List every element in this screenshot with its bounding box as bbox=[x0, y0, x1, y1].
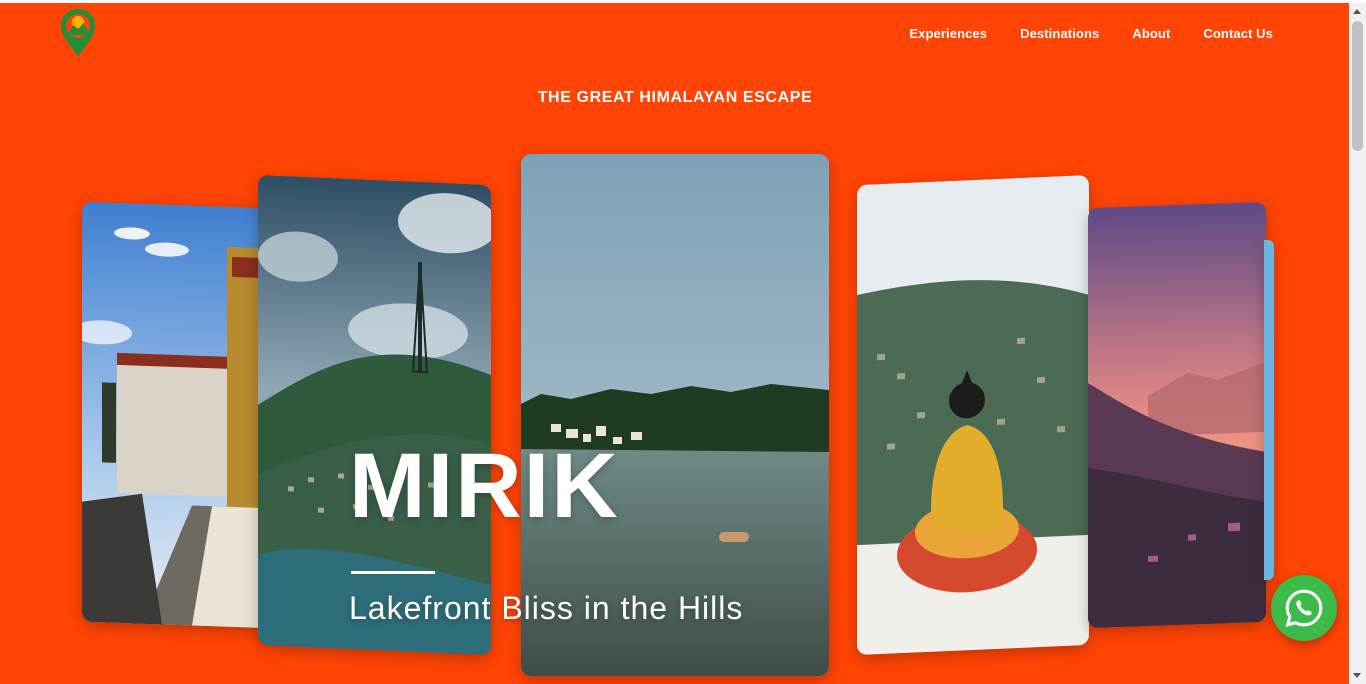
nav-contact-us[interactable]: Contact Us bbox=[1203, 26, 1273, 41]
hero-subtitle: Lakefront Bliss in the Hills bbox=[349, 590, 744, 626]
vertical-scrollbar[interactable] bbox=[1349, 3, 1366, 684]
card-buddha-statue[interactable] bbox=[857, 174, 1089, 656]
nav-experiences[interactable]: Experiences bbox=[909, 26, 987, 41]
map-pin-logo-icon bbox=[61, 9, 95, 57]
card-hill-town[interactable] bbox=[258, 174, 491, 656]
nav-about[interactable]: About bbox=[1132, 26, 1170, 41]
scroll-up-arrow-icon[interactable] bbox=[1353, 9, 1361, 14]
monastery-image bbox=[82, 201, 272, 629]
hill-town-image bbox=[258, 174, 491, 656]
scroll-down-arrow-icon[interactable] bbox=[1353, 673, 1361, 678]
site-logo[interactable] bbox=[58, 7, 98, 59]
hero-divider bbox=[351, 571, 435, 574]
whatsapp-button[interactable] bbox=[1271, 575, 1337, 641]
nav-destinations[interactable]: Destinations bbox=[1020, 26, 1099, 41]
hero-title: MIRIK bbox=[349, 435, 620, 537]
card-monastery[interactable] bbox=[82, 201, 272, 629]
hero-tagline: THE GREAT HIMALAYAN ESCAPE bbox=[537, 89, 813, 106]
card-mountain-sunset[interactable] bbox=[1088, 201, 1266, 629]
main-nav: Experiences Destinations About Contact U… bbox=[909, 26, 1273, 41]
scrollbar-thumb[interactable] bbox=[1352, 21, 1363, 151]
card-partial-edge bbox=[1264, 240, 1274, 580]
mountain-sunset-image bbox=[1088, 201, 1266, 629]
window-top-border bbox=[0, 0, 1366, 3]
buddha-statue-image bbox=[857, 174, 1089, 656]
whatsapp-icon bbox=[1285, 589, 1323, 628]
